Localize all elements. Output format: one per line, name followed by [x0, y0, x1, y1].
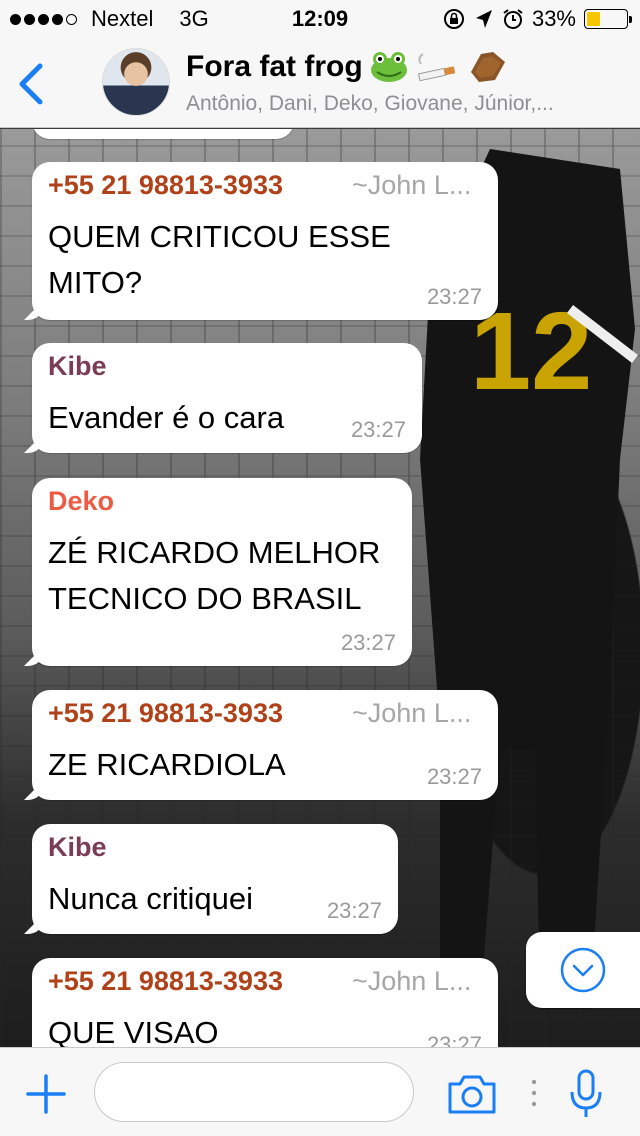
message-time: 23:27	[340, 630, 396, 655]
location-arrow-icon	[475, 10, 492, 28]
chat-header: Fora fat frog Antônio, Dani, Deko, Giova…	[0, 40, 640, 128]
message-text: QUEM CRITICOU ESSE MITO?	[48, 214, 391, 306]
battery-level	[587, 12, 600, 26]
message-sender-nick: ~John L...	[352, 966, 472, 996]
cigarette-emoji-icon	[417, 53, 455, 82]
network-type: 3G	[179, 6, 209, 31]
carrier-name: Nextel	[91, 6, 154, 31]
message-line: QUEM CRITICOU ESSE	[48, 219, 391, 254]
microphone-icon[interactable]	[568, 1068, 604, 1120]
message-time: 23:27	[426, 1032, 482, 1047]
message-text: Evander é o cara	[48, 395, 284, 441]
signal-strength-icon	[10, 13, 77, 25]
message-text: ZE RICARDIOLA	[48, 742, 286, 788]
message-sender[interactable]: +55 21 98813-3933	[48, 966, 283, 997]
chat-title[interactable]: Fora fat frog	[186, 50, 509, 84]
scroll-to-bottom-button[interactable]	[526, 932, 640, 1008]
message-line: MITO?	[48, 265, 143, 300]
status-left: Nextel 3G	[10, 6, 209, 32]
message-bubble[interactable]: Kibe Nunca critiquei 23:27	[24, 824, 398, 934]
message-time: 23:27	[326, 898, 382, 923]
message-time: 23:27	[426, 764, 482, 789]
message-line: TECNICO DO BRASIL	[48, 581, 362, 616]
battery-icon	[584, 9, 632, 29]
message-sender-nick: ~John L...	[352, 698, 472, 728]
more-dots-icon	[531, 1079, 537, 1107]
message-sender[interactable]: Deko	[48, 486, 114, 517]
message-sender[interactable]: +55 21 98813-3933	[48, 698, 283, 729]
message-bubble[interactable]: +55 21 98813-3933 ~John L... QUE VISAO 2…	[32, 958, 498, 1047]
chat-area[interactable]: 12 +55 21 98813-3933 ~John L... QUEM CRI…	[0, 129, 640, 1047]
message-sender[interactable]: Kibe	[48, 832, 107, 863]
status-bar: Nextel 3G 12:09 33%	[0, 0, 640, 40]
alarm-icon	[503, 9, 523, 29]
frog-emoji-icon	[370, 52, 407, 82]
message-input[interactable]	[94, 1062, 414, 1122]
message-line: ZE RICARDIOLA	[48, 747, 286, 782]
message-line: Evander é o cara	[48, 400, 285, 435]
message-bubble[interactable]: Deko ZÉ RICARDO MELHOR TECNICO DO BRASIL…	[24, 478, 412, 666]
message-line: Nunca critiquei	[48, 881, 254, 916]
battery-percent: 33%	[531, 6, 576, 31]
status-right: 33%	[442, 6, 632, 32]
message-text: ZÉ RICARDO MELHOR TECNICO DO BRASIL	[48, 530, 380, 622]
message-line: QUE VISAO	[48, 1015, 219, 1047]
chat-members[interactable]: Antônio, Dani, Deko, Giovane, Júnior,...	[186, 92, 626, 116]
group-avatar[interactable]	[102, 48, 170, 116]
message-text: Nunca critiquei	[48, 876, 253, 922]
message-bubble[interactable]: +55 21 98813-3933 ~John L... QUEM CRITIC…	[24, 162, 498, 320]
camera-icon[interactable]	[446, 1072, 498, 1116]
message-sender[interactable]: +55 21 98813-3933	[48, 170, 283, 201]
plus-icon[interactable]	[24, 1072, 68, 1116]
message-sender-nick: ~John L...	[352, 170, 472, 200]
rotation-lock-icon	[443, 9, 464, 29]
input-bar	[0, 1047, 640, 1136]
coffin-emoji-icon	[470, 52, 505, 82]
chevron-down-circle-icon	[560, 947, 606, 993]
message-bubble[interactable]: +55 21 98813-3933 ~John L... ZE RICARDIO…	[24, 690, 498, 800]
message-bubble-previous[interactable]	[32, 129, 294, 139]
chat-title-text: Fora fat frog	[186, 50, 363, 83]
message-text: QUE VISAO	[48, 1010, 219, 1047]
message-time: 23:27	[350, 417, 406, 442]
message-time: 23:27	[426, 284, 482, 309]
message-line: ZÉ RICARDO MELHOR	[48, 535, 381, 570]
message-bubble[interactable]: Kibe Evander é o cara 23:27	[24, 343, 422, 453]
message-sender[interactable]: Kibe	[48, 351, 107, 382]
chevron-left-icon[interactable]	[14, 62, 50, 106]
